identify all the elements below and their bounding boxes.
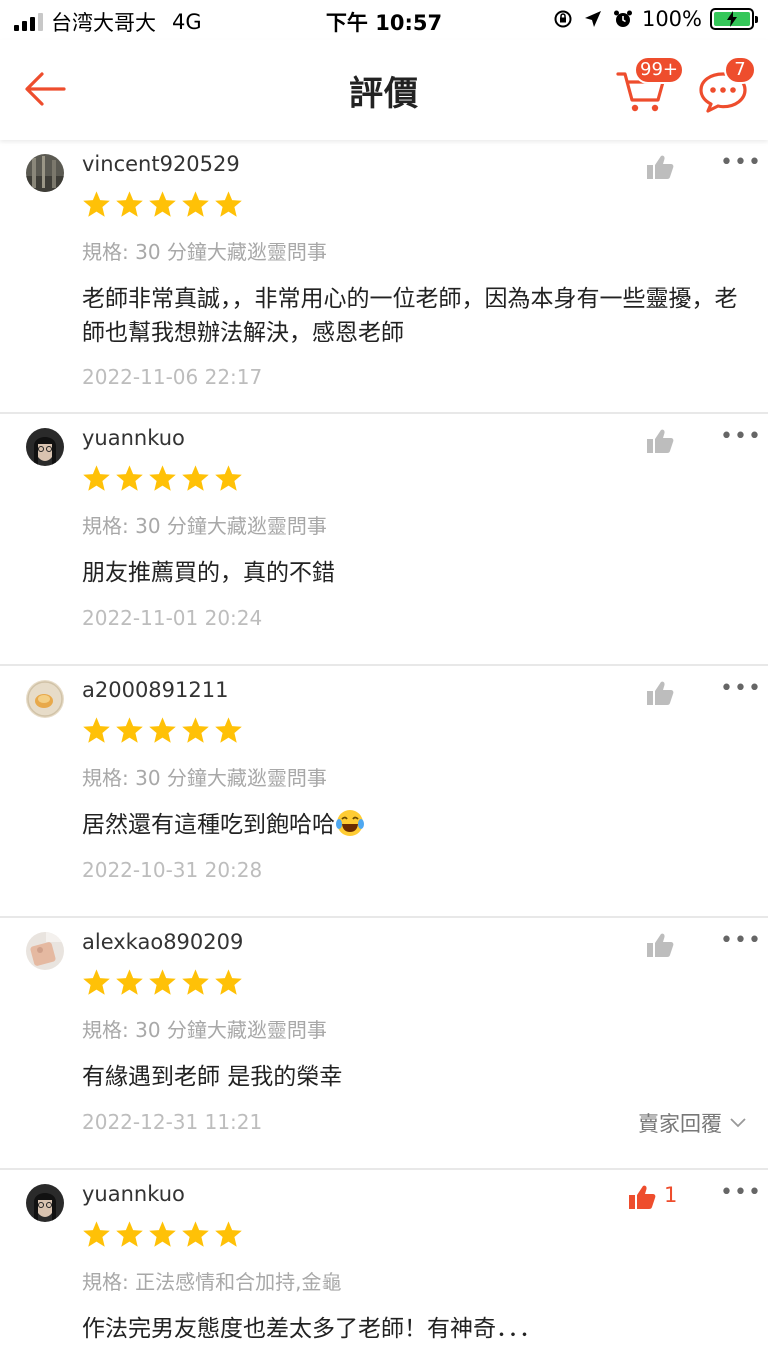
product-variation: 規格: 正法感情和合加持,金龜 <box>82 1270 342 1294</box>
rotation-lock-icon <box>552 8 574 30</box>
star-icon <box>116 191 143 217</box>
review-date: 2022-11-06 22:17 <box>82 365 263 389</box>
like-count: 1 <box>664 1183 678 1207</box>
star-icon <box>215 465 242 491</box>
chevron-down-icon <box>730 1118 746 1128</box>
product-variation: 規格: 30 分鐘大藏逖靈問事 <box>82 1018 327 1042</box>
star-icon <box>83 191 110 217</box>
product-variation: 規格: 30 分鐘大藏逖靈問事 <box>82 240 327 264</box>
star-icon <box>83 717 110 743</box>
review-comment: 老師非常真誠，，非常用心的一位老師，因為本身有一些靈擾，老師也幫我想辦法解決，感… <box>82 286 738 346</box>
star-icon <box>149 1221 176 1247</box>
review-date: 2022-11-01 20:24 <box>82 606 263 630</box>
avatar[interactable] <box>26 1184 64 1222</box>
review-comment-text: 居然還有這種吃到飽哈哈 <box>82 812 335 838</box>
reviewer-username: alexkao890209 <box>82 930 244 954</box>
star-rating <box>82 464 243 492</box>
review-comment: 作法完男友態度也差太多了老師！有神奇．．． <box>82 1316 542 1342</box>
avatar[interactable] <box>26 428 64 466</box>
battery-icon <box>710 8 758 30</box>
star-rating <box>82 716 243 744</box>
more-options-icon[interactable]: ••• <box>720 676 762 701</box>
like-icon[interactable] <box>646 154 674 180</box>
review-date: 2022-10-31 20:28 <box>82 858 263 882</box>
review-item: yuannkuo 1 ••• 規格: 正法感情和合加持,金龜 作法完男友態度也差… <box>0 1170 768 1365</box>
star-rating <box>82 190 243 218</box>
star-icon <box>215 969 242 995</box>
seller-reply-label: 賣家回覆 <box>638 1112 722 1136</box>
seller-reply-toggle[interactable]: 賣家回覆 <box>638 1108 746 1138</box>
reviewer-username: yuannkuo <box>82 426 185 450</box>
product-variation: 規格: 30 分鐘大藏逖靈問事 <box>82 766 327 790</box>
like-icon[interactable] <box>646 680 674 706</box>
star-icon <box>116 1221 143 1247</box>
more-options-icon[interactable]: ••• <box>720 150 762 175</box>
star-icon <box>116 969 143 995</box>
star-icon <box>182 465 209 491</box>
star-icon <box>149 969 176 995</box>
star-icon <box>149 717 176 743</box>
star-icon <box>83 465 110 491</box>
laughing-emoji-icon <box>336 810 364 836</box>
review-date: 2022-12-31 11:21 <box>82 1110 263 1134</box>
review-item: yuannkuo ••• 規格: 30 分鐘大藏逖靈問事 朋友推薦買的，真的不錯… <box>0 414 768 666</box>
reviewer-username: vincent920529 <box>82 152 240 176</box>
star-icon <box>182 969 209 995</box>
review-item: alexkao890209 ••• 規格: 30 分鐘大藏逖靈問事 有緣遇到老師… <box>0 918 768 1170</box>
review-item: a2000891211 ••• 規格: 30 分鐘大藏逖靈問事 居然還有這種吃到… <box>0 666 768 918</box>
like-icon[interactable] <box>646 428 674 454</box>
star-icon <box>149 191 176 217</box>
reviewer-username: yuannkuo <box>82 1182 185 1206</box>
star-rating <box>82 968 243 996</box>
avatar[interactable] <box>26 932 64 970</box>
star-icon <box>215 717 242 743</box>
review-comment: 有緣遇到老師 是我的榮幸 <box>82 1064 343 1090</box>
avatar[interactable] <box>26 680 64 718</box>
battery-percent: 100% <box>641 7 702 31</box>
reviewer-username: a2000891211 <box>82 678 229 702</box>
star-icon <box>182 1221 209 1247</box>
review-comment: 居然還有這種吃到飽哈哈 <box>82 808 752 842</box>
app-header: 評價 99+ 7 <box>0 40 768 140</box>
star-icon <box>215 191 242 217</box>
review-list: vincent920529 ••• 規格: 30 分鐘大藏逖靈問事 老師非常真誠… <box>0 140 768 1365</box>
cart-badge: 99+ <box>634 56 684 84</box>
review-item: vincent920529 ••• 規格: 30 分鐘大藏逖靈問事 老師非常真誠… <box>0 140 768 414</box>
chat-badge: 7 <box>724 56 756 84</box>
product-variation: 規格: 30 分鐘大藏逖靈問事 <box>82 514 327 538</box>
star-icon <box>116 465 143 491</box>
location-icon <box>582 8 604 30</box>
status-bar: 台湾大哥大 4G 下午 10:57 100% <box>0 0 768 40</box>
more-options-icon[interactable]: ••• <box>720 928 762 953</box>
star-icon <box>149 465 176 491</box>
avatar[interactable] <box>26 154 64 192</box>
star-icon <box>116 717 143 743</box>
more-options-icon[interactable]: ••• <box>720 424 762 449</box>
more-options-icon[interactable]: ••• <box>720 1180 762 1205</box>
liked-icon[interactable] <box>628 1184 656 1210</box>
like-icon[interactable] <box>646 932 674 958</box>
star-icon <box>182 717 209 743</box>
star-icon <box>83 1221 110 1247</box>
star-icon <box>215 1221 242 1247</box>
alarm-icon <box>612 8 634 30</box>
review-comment: 朋友推薦買的，真的不錯 <box>82 560 335 586</box>
star-icon <box>182 191 209 217</box>
star-rating <box>82 1220 243 1248</box>
star-icon <box>83 969 110 995</box>
